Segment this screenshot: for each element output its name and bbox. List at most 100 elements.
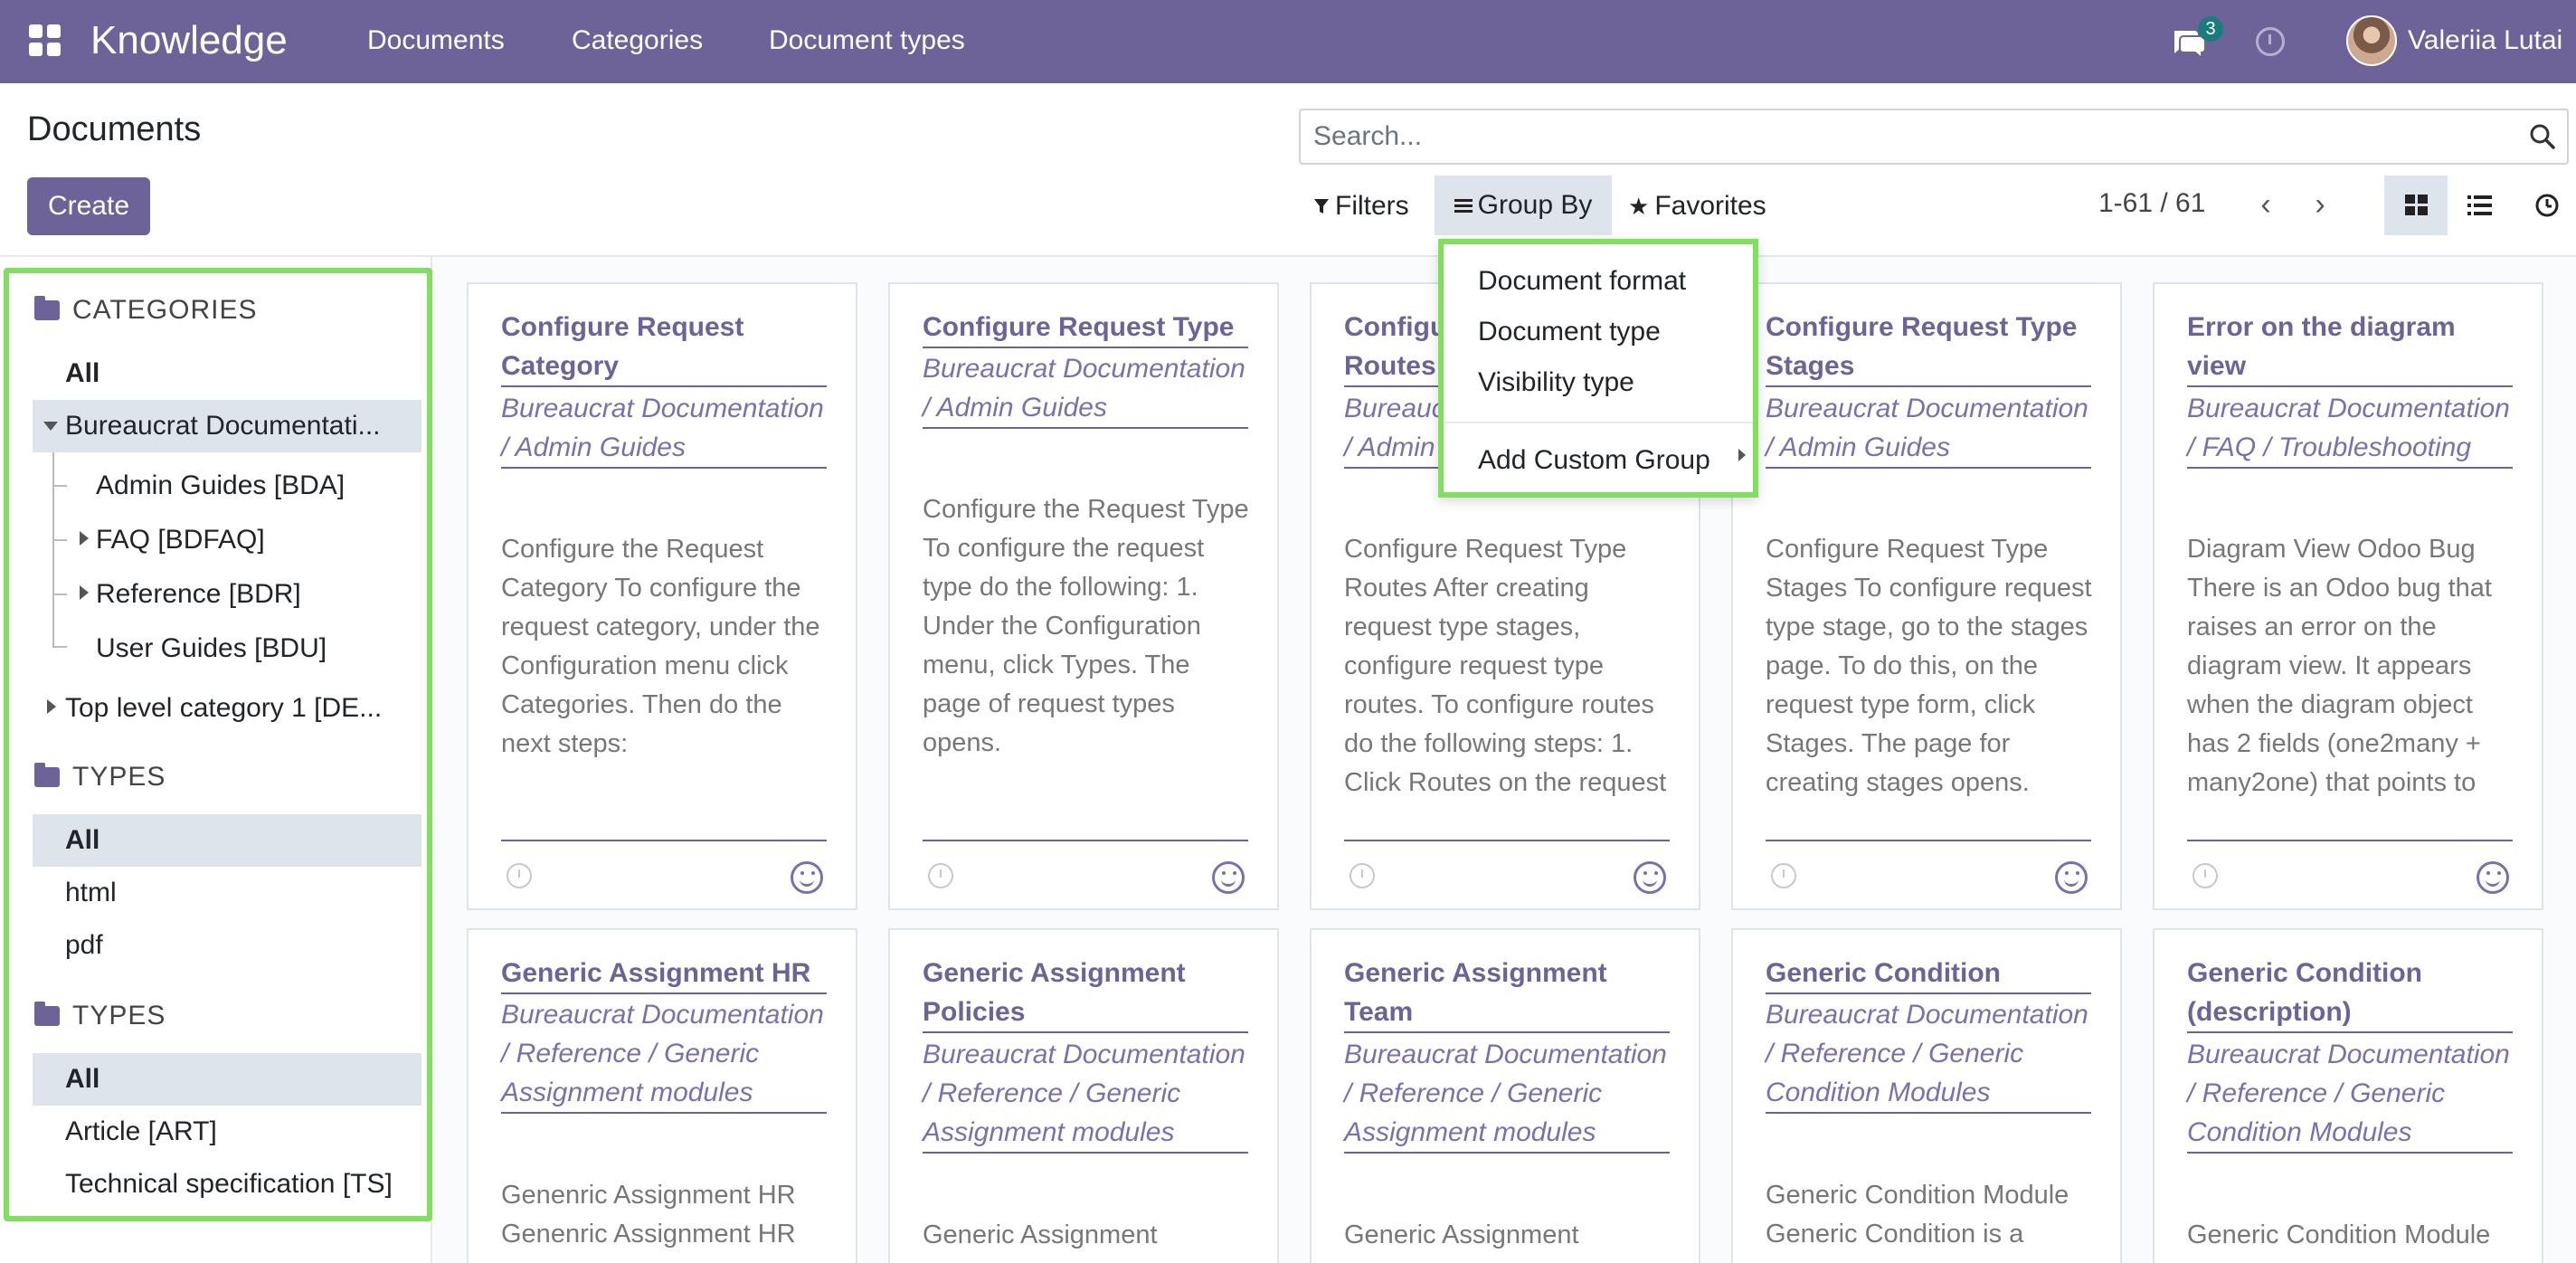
category-reference[interactable]: Reference [BDR] [65, 568, 421, 621]
document-card[interactable]: Generic Assignment Policies Bureaucrat D… [888, 928, 1279, 1263]
add-custom-group[interactable]: Add Custom Group [1478, 445, 1710, 476]
card-description: Diagram View Odoo Bug There is an Odoo b… [2187, 535, 2492, 797]
card-title[interactable]: Configure Request Type Stages [1766, 308, 2091, 387]
category-user-guides[interactable]: User Guides [BDU] [65, 622, 421, 675]
activity-clock-icon[interactable] [507, 863, 532, 888]
smile-icon[interactable] [1212, 861, 1245, 894]
caret-right-icon[interactable] [80, 585, 89, 600]
activity-clock-icon[interactable] [2192, 863, 2218, 888]
dropdown-divider [1444, 422, 1753, 423]
type-html[interactable]: html [33, 867, 421, 919]
card-title[interactable]: Generic Condition (description) [2187, 954, 2513, 1033]
card-title[interactable]: Configure Request Type [923, 308, 1248, 348]
groupby-document-type[interactable]: Document type [1478, 317, 1661, 347]
card-description: Genenric Assignment HR Genenric Assignme… [501, 1181, 796, 1249]
doc-type-all[interactable]: All [33, 1053, 421, 1106]
card-divider [501, 840, 827, 841]
document-card[interactable]: Configure Request Type Stages Bureaucrat… [1731, 282, 2122, 910]
pager-next-icon[interactable]: › [2306, 188, 2334, 221]
category-all[interactable]: All [33, 347, 421, 400]
search-input[interactable]: Search... [1299, 109, 2569, 165]
card-title[interactable]: Generic Condition [1766, 954, 2091, 994]
card-category: Bureaucrat Documentation / Admin Guides [923, 349, 1248, 429]
card-title[interactable]: Generic Assignment HR [501, 954, 827, 994]
caret-right-icon[interactable] [1738, 449, 1746, 461]
category-top-level-1[interactable]: Top level category 1 [DE... [33, 682, 421, 735]
document-card[interactable]: Configure Request Type Bureaucrat Docume… [888, 282, 1279, 910]
category-bureaucrat-documentation[interactable]: Bureaucrat Documentati... [33, 400, 421, 452]
card-description: Configure the Request Category To config… [501, 535, 820, 758]
document-card[interactable]: Generic Condition (description) Bureaucr… [2153, 928, 2543, 1263]
menu-document-types[interactable]: Document types [769, 25, 965, 56]
activity-view-button[interactable] [2511, 176, 2571, 235]
card-category: Bureaucrat Documentation / FAQ / Trouble… [2187, 389, 2513, 469]
menu-categories[interactable]: Categories [572, 25, 703, 56]
type-pdf[interactable]: pdf [33, 919, 421, 972]
user-name[interactable]: Valeriia Lutai [2408, 25, 2562, 56]
favorites-button[interactable]: ★ Favorites [1628, 177, 1766, 235]
list-view-icon [2467, 195, 2492, 215]
card-description: Generic Assignment [1344, 1220, 1579, 1249]
caret-right-icon[interactable] [47, 699, 56, 714]
clock-icon [2535, 194, 2559, 217]
types-heading-label: TYPES [72, 762, 166, 792]
caret-right-icon[interactable] [80, 531, 89, 546]
activity-clock-icon[interactable] [2256, 27, 2285, 56]
smile-icon[interactable] [2477, 861, 2509, 894]
card-title[interactable]: Configure Request Category [501, 308, 827, 387]
pager-previous-icon[interactable]: ‹ [2252, 188, 2279, 221]
menu-documents[interactable]: Documents [367, 25, 505, 56]
categories-heading: CATEGORIES [34, 295, 257, 326]
group-by-button[interactable]: Group By [1435, 176, 1612, 235]
category-faq[interactable]: FAQ [BDFAQ] [65, 514, 421, 566]
activity-clock-icon[interactable] [1771, 863, 1796, 888]
list-view-button[interactable] [2448, 176, 2511, 235]
card-category: Bureaucrat Documentation / Reference / G… [1344, 1035, 1670, 1154]
create-button[interactable]: Create [27, 177, 150, 235]
groupby-visibility-type[interactable]: Visibility type [1478, 367, 1634, 398]
caret-down-icon[interactable] [43, 422, 58, 431]
apps-menu-icon[interactable] [29, 24, 62, 57]
smile-icon[interactable] [791, 861, 823, 894]
page-title: Documents [27, 110, 202, 148]
card-description: Configure Request Type Routes After crea… [1344, 535, 1667, 797]
category-label: Reference [BDR] [96, 579, 301, 609]
activity-clock-icon[interactable] [928, 863, 953, 888]
app-title[interactable]: Knowledge [90, 18, 288, 63]
document-card[interactable]: Generic Assignment HR Bureaucrat Documen… [467, 928, 857, 1263]
card-category: Bureaucrat Documentation / Reference / G… [1766, 995, 2091, 1114]
document-card[interactable]: Configure Request Category Bureaucrat Do… [467, 282, 857, 910]
type-all[interactable]: All [33, 814, 421, 867]
doc-type-article[interactable]: Article [ART] [33, 1106, 421, 1158]
category-label: Bureaucrat Documentati... [65, 411, 381, 441]
document-card[interactable]: Generic Condition Bureaucrat Documentati… [1731, 928, 2122, 1263]
kanban-view-icon [2405, 195, 2428, 215]
kanban-view-button[interactable] [2384, 176, 2448, 235]
search-icon[interactable] [2529, 123, 2556, 150]
smile-icon[interactable] [1634, 861, 1666, 894]
document-card[interactable]: Generic Assignment Team Bureaucrat Docum… [1310, 928, 1700, 1263]
smile-icon[interactable] [2055, 861, 2088, 894]
activity-clock-icon[interactable] [1350, 863, 1375, 888]
card-title[interactable]: Generic Assignment Team [1344, 954, 1670, 1033]
star-icon: ★ [1628, 192, 1650, 220]
document-card[interactable]: Error on the diagram view Bureaucrat Doc… [2153, 282, 2543, 910]
card-title[interactable]: Generic Assignment Policies [923, 954, 1248, 1033]
card-category: Bureaucrat Documentation / Reference / G… [923, 1035, 1248, 1154]
groupby-document-format[interactable]: Document format [1478, 266, 1686, 297]
card-category: Bureaucrat Documentation / Reference / G… [501, 995, 827, 1114]
pager-value[interactable]: 1-61 / 61 [2098, 188, 2205, 219]
card-divider [923, 840, 1248, 841]
category-label: Top level category 1 [DE... [65, 693, 383, 723]
types2-heading: TYPES [34, 1001, 166, 1031]
types2-heading-label: TYPES [72, 1001, 166, 1030]
filter-icon [1314, 199, 1329, 214]
filters-button[interactable]: Filters [1313, 177, 1409, 235]
card-divider [1766, 840, 2091, 841]
doc-type-technical-specification[interactable]: Technical specification [TS] [33, 1158, 421, 1211]
card-title[interactable]: Error on the diagram view [2187, 308, 2513, 387]
user-avatar[interactable] [2346, 15, 2397, 66]
card-category: Bureaucrat Documentation / Reference / G… [2187, 1035, 2513, 1154]
category-admin-guides[interactable]: Admin Guides [BDA] [65, 460, 421, 512]
card-description: Configure Request Type Stages To configu… [1766, 535, 2092, 797]
